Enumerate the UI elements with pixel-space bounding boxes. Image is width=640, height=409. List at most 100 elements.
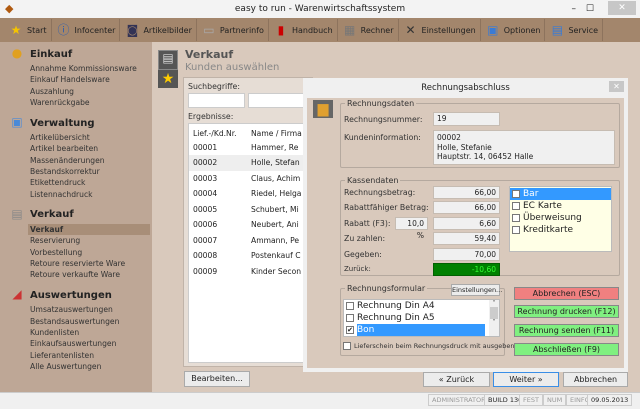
table-row[interactable]: 00004 Riedel, Helga: [189, 186, 307, 202]
payment-option[interactable]: ✔ Bar: [510, 188, 611, 200]
scroll-down-icon: ˅: [492, 319, 496, 326]
sidebar-item[interactable]: Retoure reservierte Ware: [0, 258, 152, 269]
toolbar-einstellungen[interactable]: ✕ Einstellungen: [399, 19, 481, 41]
title-bar: ◆ easy to run - Warenwirtschaftssystem –…: [0, 0, 640, 18]
results-label: Ergebnisse:: [188, 112, 234, 121]
sidebar-item[interactable]: Artikel bearbeiten: [0, 143, 152, 154]
maximize-button[interactable]: ☐: [586, 0, 594, 18]
column-header-name[interactable]: Name / Firma: [251, 126, 302, 140]
table-row[interactable]: 00009 Kinder Secon: [189, 264, 307, 280]
table-row[interactable]: 00002 Holle, Stefan: [189, 155, 307, 171]
status-caps: FEST: [519, 394, 543, 406]
sidebar-item[interactable]: Massenänderungen: [0, 155, 152, 166]
sidebar-item[interactable]: Listennachdruck: [0, 189, 152, 200]
sidebar-item[interactable]: Alle Auswertungen: [0, 361, 152, 372]
dialog-cancel-button[interactable]: Abbrechen (ESC): [514, 287, 619, 300]
given-field[interactable]: 70,00: [433, 248, 500, 261]
payment-method-list[interactable]: ✔ Bar EC Karte Überweisung Kreditkarte: [509, 186, 612, 252]
customer-info-label: Kundeninformation:: [344, 133, 421, 142]
sidebar-item[interactable]: Artikelübersicht: [0, 132, 152, 143]
sidebar-item[interactable]: Bestandsauswertungen: [0, 316, 152, 327]
checkbox[interactable]: ✔: [512, 189, 520, 198]
sidebar-item[interactable]: Einkauf Handelsware: [0, 74, 152, 85]
sidebar-item[interactable]: Retoure verkaufte Ware: [0, 269, 152, 280]
payment-option[interactable]: Kreditkarte: [510, 224, 611, 236]
payment-option[interactable]: Überweisung: [510, 212, 611, 224]
cash-register-icon: ▆: [313, 100, 333, 118]
chart-icon: ◢: [12, 287, 22, 302]
checkbox[interactable]: [512, 201, 520, 210]
checkbox[interactable]: ✔: [346, 325, 354, 334]
star-icon: ★: [10, 23, 22, 37]
sidebar-item[interactable]: Einkaufsauswertungen: [0, 338, 152, 349]
status-date: 09.05.2013: [587, 394, 633, 406]
edit-button[interactable]: Bearbeiten...: [184, 371, 250, 387]
table-row[interactable]: 00003 Claus, Achim: [189, 171, 307, 187]
discount-label: Rabatt (F3):: [344, 219, 391, 228]
table-row[interactable]: 00008 Postenkauf C: [189, 248, 307, 264]
toolbar-handbuch[interactable]: ▮ Handbuch: [269, 19, 338, 41]
checkbox[interactable]: [346, 301, 354, 310]
page-title: Verkauf: [185, 48, 234, 61]
results-table: Lief.-/Kd.Nr. Name / Firma 00001 Hammer, R…: [188, 123, 308, 363]
sidebar-item[interactable]: Reservierung: [0, 235, 152, 246]
form-settings-button[interactable]: Einstellungen...: [451, 284, 502, 296]
sidebar-item[interactable]: Bestandskorrektur: [0, 166, 152, 177]
sidebar-item[interactable]: Verkauf: [28, 223, 150, 236]
checkbox[interactable]: [512, 225, 520, 234]
search-input-2[interactable]: [248, 93, 308, 108]
sidebar-item[interactable]: Kundenlisten: [0, 327, 152, 338]
toolbar-rechner[interactable]: ▦ Rechner: [338, 19, 399, 41]
checkbox[interactable]: [512, 213, 520, 222]
finish-button[interactable]: Abschließen (F9): [514, 343, 619, 356]
table-row[interactable]: 00001 Hammer, Re: [189, 140, 307, 156]
page-subtitle: Kunden auswählen: [185, 62, 280, 73]
table-row[interactable]: 00005 Schubert, Mi: [189, 202, 307, 218]
payment-option[interactable]: EC Karte: [510, 200, 611, 212]
minimize-button[interactable]: –: [572, 0, 577, 18]
sidebar-group-auswertungen: ◢ Auswertungen: [0, 286, 152, 304]
sidebar-item[interactable]: Auszahlung: [0, 86, 152, 97]
send-invoice-button[interactable]: Rechnung senden (F11): [514, 324, 619, 337]
discount-percent-field[interactable]: 10,0 %: [395, 217, 428, 240]
dialog-close-button[interactable]: ✕: [609, 81, 624, 92]
status-num: NUM: [543, 394, 567, 406]
back-button[interactable]: « Zurück: [423, 372, 490, 387]
sidebar-item[interactable]: Vorbestellung: [0, 247, 152, 258]
toolbar-service[interactable]: ▤ Service: [545, 19, 604, 41]
invoice-form-list[interactable]: Rechnung Din A4 Rechnung Din A5 ✔ Bon ˄ ˅: [343, 299, 500, 337]
sidebar-item[interactable]: Etikettendruck: [0, 177, 152, 188]
form-list-scrollbar[interactable]: ˄ ˅: [489, 300, 499, 336]
next-button[interactable]: Weiter »: [493, 372, 559, 387]
delivery-note-checkbox[interactable]: Lieferschein beim Rechnungsdruck mit aus…: [343, 342, 515, 350]
form-option[interactable]: Rechnung Din A5: [344, 312, 490, 324]
cancel-button[interactable]: Abbrechen: [563, 372, 628, 387]
partner-icon: ▭: [203, 23, 215, 37]
toolbar-artikelbilder[interactable]: ◙ Artikelbilder: [120, 19, 197, 41]
sidebar-item[interactable]: Annahme Kommissionsware: [0, 63, 152, 74]
toolbar-infocenter[interactable]: ⓘ Infocenter: [52, 19, 121, 41]
sidebar-item[interactable]: Lieferantenlisten: [0, 350, 152, 361]
register-icon: ▤: [158, 50, 178, 70]
options-icon: ▣: [487, 23, 499, 37]
star-icon[interactable]: ★: [158, 70, 178, 88]
sidebar-item[interactable]: Warenrückgabe: [0, 97, 152, 108]
tools-icon: ✕: [405, 23, 416, 37]
given-label: Gegeben:: [344, 250, 382, 259]
form-option[interactable]: Rechnung Din A4: [344, 300, 490, 312]
customer-info-field[interactable]: 00002 Holle, Stefanie Hauptstr. 14, 06452 …: [433, 130, 615, 165]
print-invoice-button[interactable]: Rechnung drucken (F12): [514, 305, 619, 318]
search-input-1[interactable]: [188, 93, 245, 108]
toolbar-optionen[interactable]: ▣ Optionen: [481, 19, 546, 41]
sidebar-item[interactable]: Umsatzauswertungen: [0, 304, 152, 315]
toolbar-start[interactable]: ★ Start: [4, 19, 52, 41]
dialog-title: Rechnungsabschluss: [303, 78, 628, 98]
checkbox[interactable]: [346, 313, 354, 322]
table-row[interactable]: 00006 Neubert, Ani: [189, 217, 307, 233]
close-button[interactable]: ✕: [608, 1, 636, 15]
table-row[interactable]: 00007 Ammann, Pe: [189, 233, 307, 249]
toolbar-partnerinfo[interactable]: ▭ Partnerinfo: [197, 19, 269, 41]
invoice-number-field[interactable]: 19: [433, 112, 500, 126]
form-option[interactable]: ✔ Bon: [344, 324, 490, 336]
column-header-number[interactable]: Lief.-/Kd.Nr.: [189, 126, 251, 140]
